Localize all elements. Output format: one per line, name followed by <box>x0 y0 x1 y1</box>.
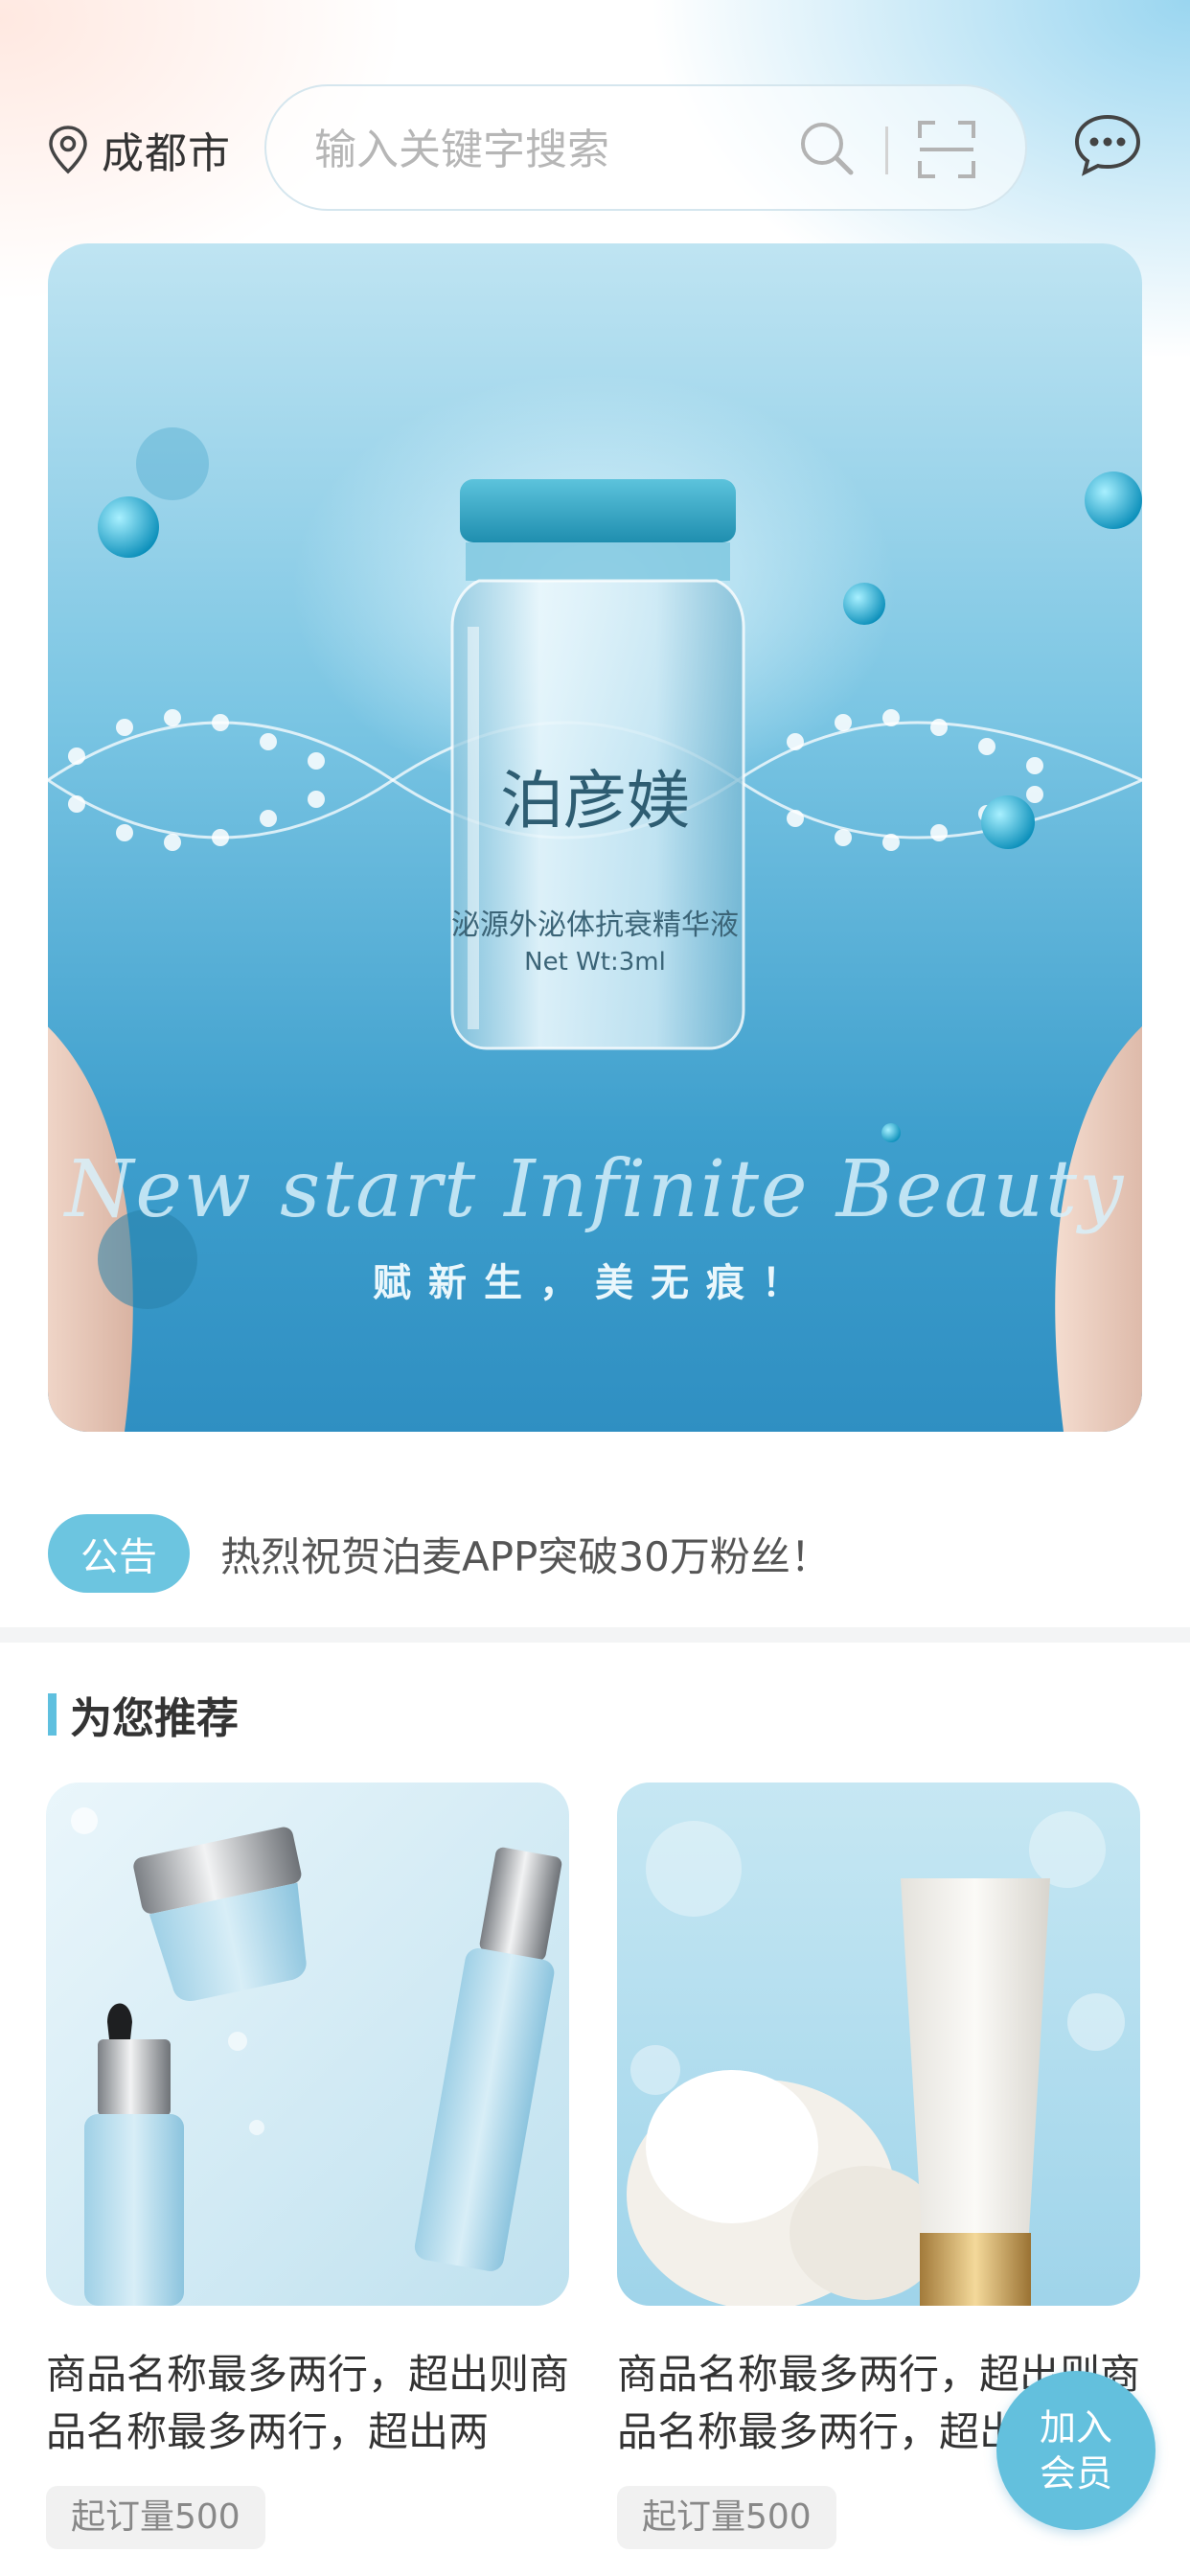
recommend-title: 为您推荐 <box>70 1694 239 1743</box>
top-bar: 成都市 <box>0 84 1190 213</box>
min-order-tag: 起订量500 <box>617 2486 836 2549</box>
product-image[interactable] <box>617 1782 1140 2306</box>
recommend-section-header: 为您推荐 <box>48 1689 239 1743</box>
vial-product-desc: 泌源外泌体抗衰精华液 <box>451 908 739 942</box>
join-member-button[interactable]: 加入 会员 <box>996 2371 1156 2530</box>
join-button-line2: 会员 <box>1039 2452 1112 2495</box>
min-order-tag: 起订量500 <box>46 2486 265 2549</box>
banner-script-text: New start Infinite Beauty <box>64 1144 1126 1235</box>
product-image-artwork <box>46 1782 569 2306</box>
scan-icon[interactable] <box>914 117 979 182</box>
product-card[interactable]: 商品名称最多两行，超出则商品名称最多两行，超出两 起订量500 <box>46 1782 569 2549</box>
announcement-text[interactable]: 热烈祝贺泊麦APP突破30万粉丝！ <box>220 1525 831 1583</box>
vial-net-weight: Net Wt:3ml <box>524 948 666 977</box>
vial-product-name: 泊彦媄 <box>500 764 690 838</box>
location-pin-icon <box>49 126 87 174</box>
promo-banner[interactable]: 泊彦媄 泌源外泌体抗衰精华液 Net Wt:3ml New start Infi… <box>48 243 1142 1432</box>
product-name[interactable]: 商品名称最多两行，超出则商品名称最多两行，超出两 <box>46 2346 569 2461</box>
section-divider <box>0 1627 1190 1643</box>
product-image-artwork <box>617 1782 1140 2306</box>
location-selector[interactable]: 成都市 <box>46 119 231 180</box>
search-divider <box>885 126 888 174</box>
search-icon[interactable] <box>795 117 858 180</box>
search-input[interactable] <box>312 115 757 184</box>
product-image[interactable] <box>46 1782 569 2306</box>
banner-slogan: 赋新生，美无痕！ <box>373 1261 817 1305</box>
message-icon[interactable] <box>1073 113 1142 176</box>
location-label: 成都市 <box>102 129 231 178</box>
announcement-bar[interactable]: 公告 热烈祝贺泊麦APP突破30万粉丝！ <box>48 1514 831 1593</box>
section-accent-bar <box>48 1693 57 1736</box>
search-bar[interactable] <box>264 84 1027 211</box>
join-button-line1: 加入 <box>1039 2406 1112 2449</box>
announcement-badge: 公告 <box>48 1514 190 1593</box>
